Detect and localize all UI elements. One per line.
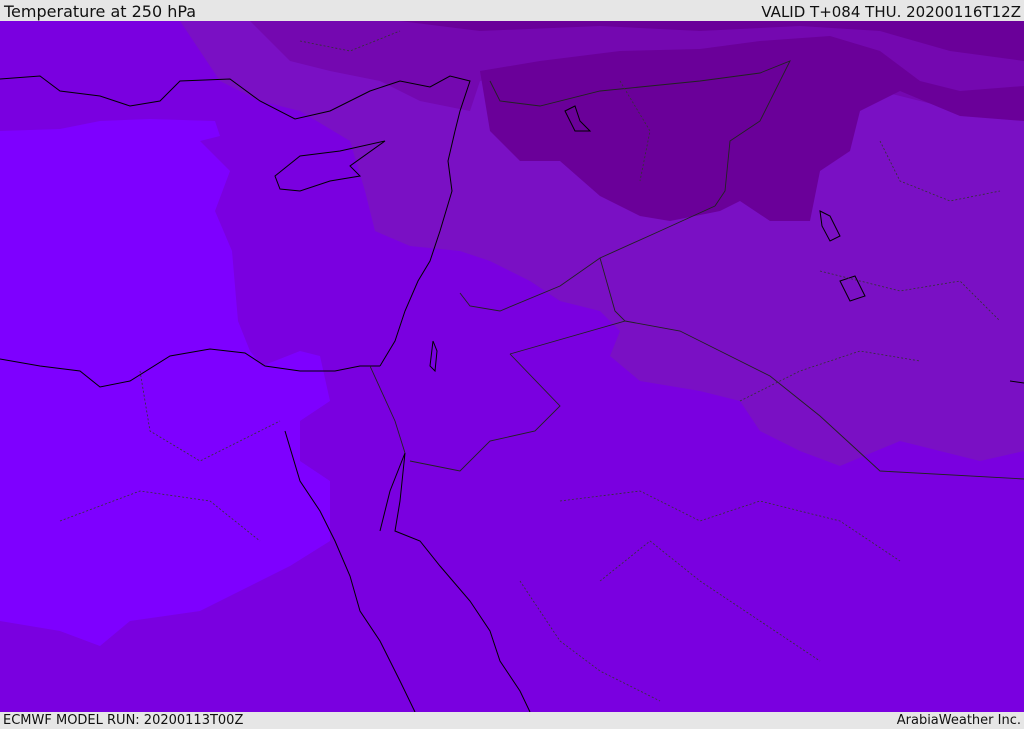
map-header: Temperature at 250 hPa VALID T+084 THU. … xyxy=(0,0,1024,21)
temperature-map[interactable] xyxy=(0,21,1024,712)
credit-label: ArabiaWeather Inc. xyxy=(896,713,1021,728)
valid-time: VALID T+084 THU. 20200116T12Z xyxy=(761,3,1021,21)
map-footer: ECMWF MODEL RUN: 20200113T00Z ArabiaWeat… xyxy=(0,712,1024,729)
model-run-label: ECMWF MODEL RUN: 20200113T00Z xyxy=(3,713,244,728)
map-title: Temperature at 250 hPa xyxy=(4,2,197,21)
